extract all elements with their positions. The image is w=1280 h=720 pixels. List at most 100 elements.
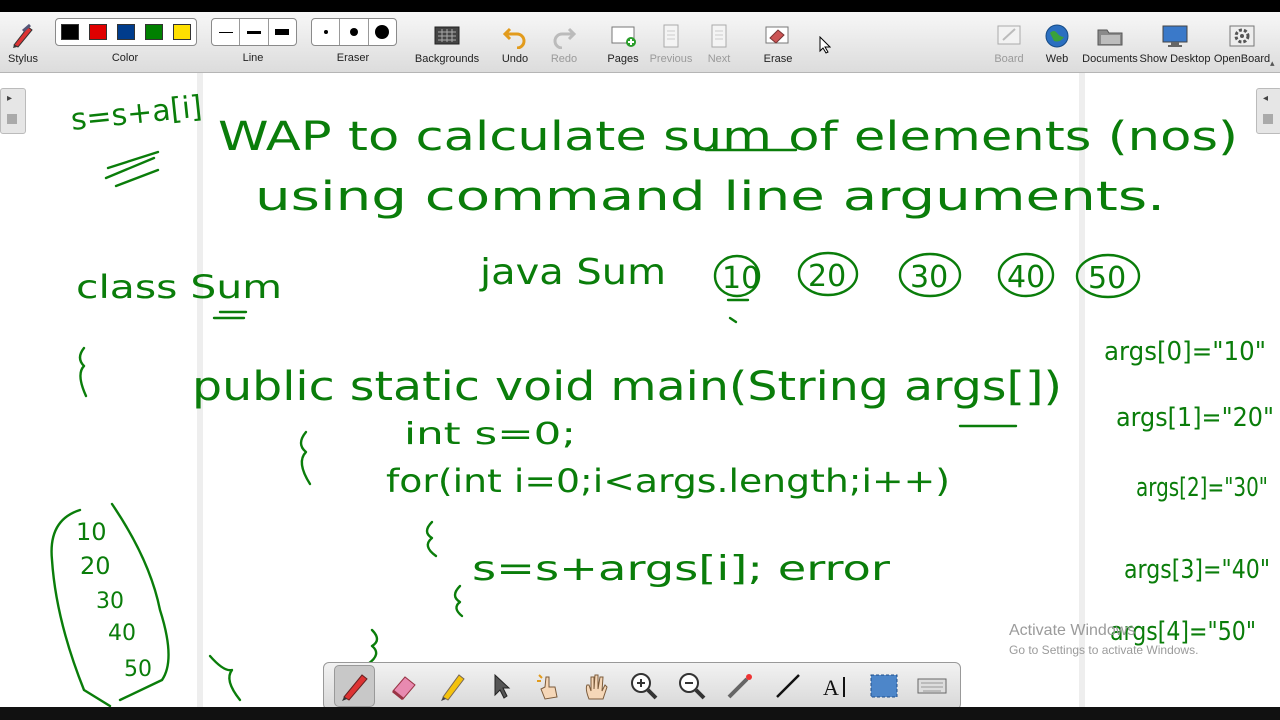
note-s-equals: s=s+a[i] [69,89,204,138]
page-thumbnail-icon [7,114,17,124]
board-button[interactable]: Board [990,12,1028,72]
zoom-in-button[interactable] [624,666,663,706]
interact-tool-button[interactable] [528,666,567,706]
virtual-keyboard-button[interactable] [912,666,951,706]
pen-icon [341,674,368,701]
eraser-large-button[interactable] [369,19,396,45]
pen-tool-button[interactable] [334,665,375,707]
arrow-pointer-icon [494,673,510,699]
capture-tool-button[interactable] [864,666,903,706]
eraser-icon [391,676,416,701]
text-tool-button[interactable]: A [816,666,855,706]
bottom-letterbox [0,707,1280,720]
undo-button[interactable]: Undo [497,12,533,72]
color-red-button[interactable] [89,24,107,40]
note-java-sum: java Sum [479,252,666,293]
line-tool-button[interactable] [768,666,807,706]
line-group [211,18,297,46]
hand-tool-button[interactable] [576,666,615,706]
right-panel-toggle[interactable]: ◂ [1256,88,1280,134]
note-question-line1: WAP to calculate sum of elements (nos) [218,114,1238,160]
note-main-method: public static void main(String args[]) [192,364,1062,410]
redo-button[interactable]: Redo [546,12,582,72]
line-thick-button[interactable] [269,19,296,45]
eraser-tool-button[interactable] [384,666,423,706]
drawing-tools-bar: A [323,662,961,710]
text-tool-icon: A [823,675,845,700]
handwriting-layer: s=s+a[i] WAP to calculate sum of element… [50,73,1274,707]
arg-50: 50 [1088,261,1126,296]
pages-button[interactable]: Pages [603,12,643,72]
folder-icon [1096,23,1124,49]
highlighter-tool-button[interactable] [432,666,471,706]
documents-button[interactable]: Documents [1082,12,1138,72]
erase-board-icon [764,23,792,49]
activate-windows-watermark: Activate Windows Go to Settings to activ… [1009,622,1199,657]
note-for-loop: for(int i=0;i<args.length;i++) [386,462,950,500]
zoom-out-button[interactable] [672,666,711,706]
note-args0: args[0]="10" [1104,337,1266,367]
undo-icon [501,23,529,49]
svg-text:A: A [823,675,839,700]
toolbar-scroll-icon[interactable]: ▴ [1270,58,1275,69]
mouse-cursor-icon [819,35,832,59]
arg-20: 20 [808,259,846,294]
gear-icon [1228,23,1256,49]
hand-icon [585,674,608,700]
next-page-icon [705,23,733,49]
previous-button[interactable]: Previous [648,12,694,72]
next-button[interactable]: Next [700,12,738,72]
note-int-s: int s=0; [404,417,576,452]
note-args2: args[2]="30" [1136,473,1268,503]
color-yellow-button[interactable] [173,24,191,40]
selector-tool-button[interactable] [480,666,519,706]
list-10: 10 [76,518,107,546]
list-30: 30 [96,589,124,614]
laser-pointer-button[interactable] [720,666,759,706]
note-args1: args[1]="20" [1116,403,1274,433]
eraser-group [311,18,397,46]
previous-page-icon [657,23,685,49]
arg-10: 10 [722,261,760,296]
board-canvas[interactable]: s=s+a[i] WAP to calculate sum of element… [0,73,1280,707]
zoom-in-icon [630,673,657,700]
list-20: 20 [80,552,111,580]
color-black-button[interactable] [61,24,79,40]
library-icon [1263,114,1273,124]
eraser-medium-button[interactable] [340,19,369,45]
line-tool-icon [775,674,800,698]
arg-40: 40 [1007,260,1045,295]
laser-pointer-icon [727,674,752,699]
list-50: 50 [124,657,152,682]
hand-pointer-icon [536,674,558,700]
stylus-button[interactable]: Stylus [4,12,42,72]
eraser-small-button[interactable] [312,19,341,45]
color-group [55,18,197,46]
zoom-out-icon [678,673,705,700]
openboard-button[interactable]: OpenBoard [1213,12,1271,72]
capture-icon [870,674,897,698]
list-40: 40 [108,621,136,646]
line-label: Line [242,52,264,64]
color-label: Color [111,52,139,64]
backgrounds-icon [433,23,461,49]
left-panel-toggle[interactable]: ▸ [0,88,26,134]
line-thin-button[interactable] [212,19,241,45]
erase-button[interactable]: Erase [758,12,798,72]
board-icon [995,23,1023,49]
keyboard-icon [917,678,946,694]
note-question-line2: using command line arguments. [255,174,1165,220]
web-button[interactable]: Web [1038,12,1076,72]
add-page-icon [609,23,637,49]
stylus-icon [9,23,37,49]
show-desktop-button[interactable]: Show Desktop [1140,12,1210,72]
expand-left-icon: ◂ [1263,93,1269,104]
color-blue-button[interactable] [117,24,135,40]
backgrounds-button[interactable]: Backgrounds [412,12,482,72]
note-args3: args[3]="40" [1124,555,1270,585]
line-medium-button[interactable] [240,19,269,45]
color-green-button[interactable] [145,24,163,40]
globe-icon [1043,23,1071,49]
monitor-icon [1161,23,1189,49]
note-class-sum: class Sum [76,268,282,306]
